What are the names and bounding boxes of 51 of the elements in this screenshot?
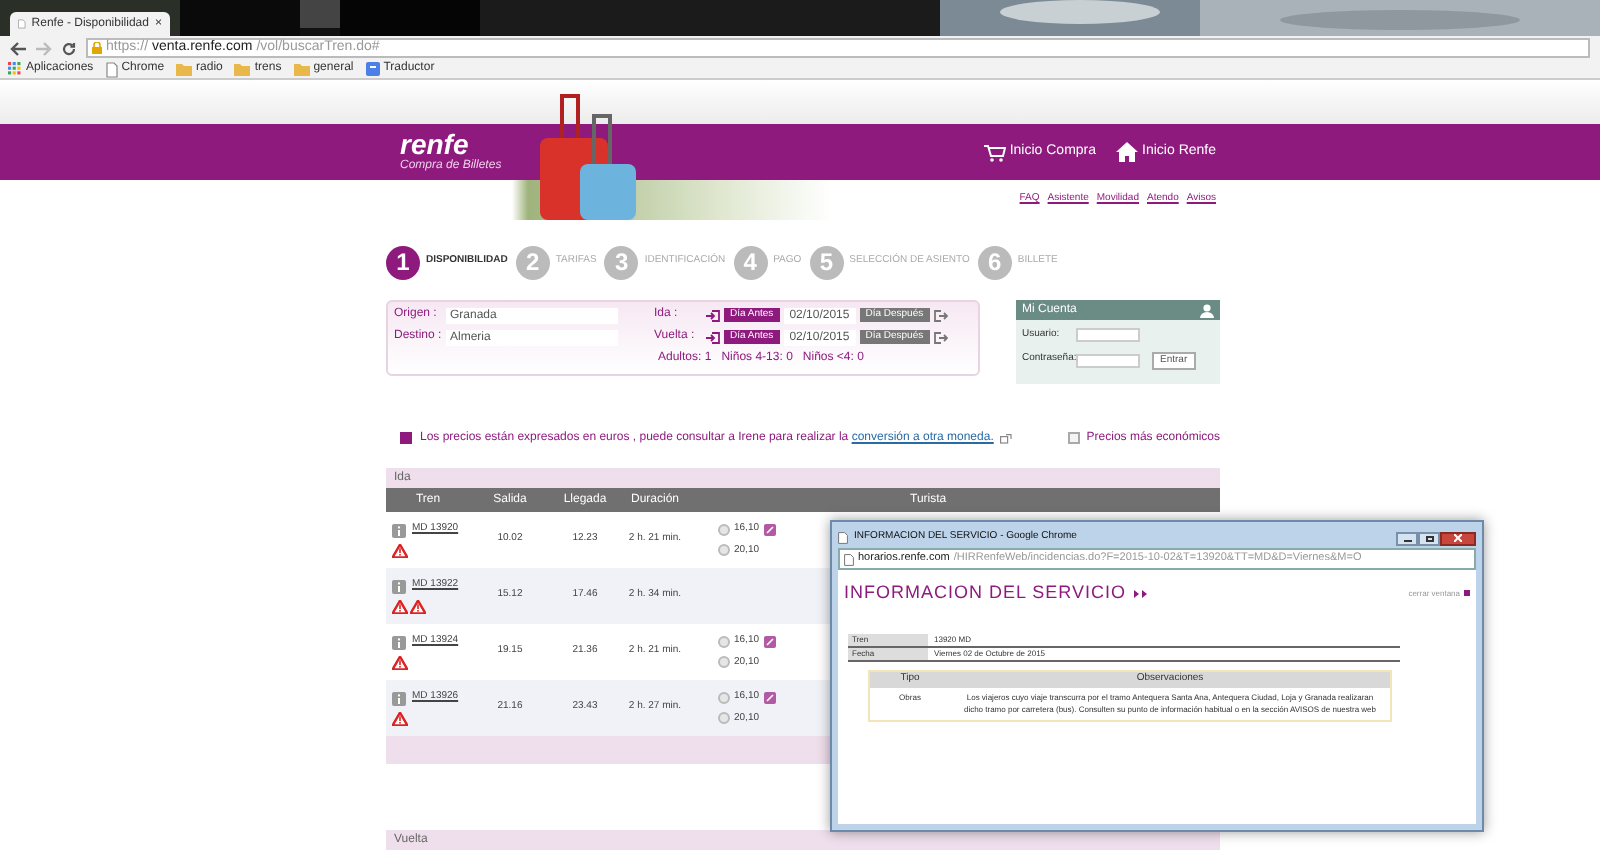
- exit-icon: [933, 309, 948, 321]
- fare-radio[interactable]: [718, 656, 730, 669]
- fare-radio[interactable]: [718, 523, 730, 536]
- enter-icon: [706, 331, 720, 343]
- warning-icon: [392, 711, 408, 726]
- step-number: 3: [604, 245, 639, 279]
- enter-icon: [706, 309, 720, 321]
- promo-icon: [763, 691, 776, 704]
- step-number: 1: [386, 245, 420, 279]
- popup-heading: INFORMACION DEL SERVICIO: [844, 580, 1127, 606]
- suitcases-drawing: [536, 94, 640, 220]
- user-icon: [1200, 303, 1214, 317]
- close-icon: [1454, 534, 1462, 542]
- home-icon: [1116, 142, 1139, 162]
- fare-radio[interactable]: [718, 712, 730, 725]
- info-icon[interactable]: [392, 635, 406, 649]
- info-icon[interactable]: [392, 579, 406, 593]
- reload-icon[interactable]: [62, 41, 76, 55]
- page-icon: [18, 18, 26, 30]
- fare-radio[interactable]: [718, 635, 730, 648]
- close-icon[interactable]: [1464, 590, 1470, 597]
- user-field[interactable]: [1076, 328, 1140, 343]
- lock-icon: [92, 42, 102, 54]
- notice-square-icon: [400, 432, 412, 444]
- double-arrow-icon: [1134, 589, 1149, 598]
- maximize-button[interactable]: [1418, 531, 1440, 545]
- step-number: 4: [733, 245, 768, 279]
- close-button[interactable]: [1440, 531, 1476, 545]
- page-icon: [105, 61, 118, 77]
- forward-icon[interactable]: [36, 41, 52, 55]
- step-number: 5: [809, 245, 844, 279]
- warning-icon: [392, 543, 408, 558]
- minimize-button[interactable]: [1396, 531, 1418, 545]
- info-icon[interactable]: [392, 523, 406, 537]
- translate-icon: [365, 62, 380, 76]
- exit-icon: [933, 331, 948, 343]
- step-number: 6: [977, 245, 1012, 279]
- cart-icon: [983, 143, 1006, 161]
- promo-icon: [763, 523, 776, 536]
- fare-radio[interactable]: [718, 544, 730, 557]
- warning-icon: [392, 655, 408, 670]
- password-field[interactable]: [1076, 353, 1140, 367]
- apps-icon: [8, 62, 22, 76]
- info-icon[interactable]: [392, 691, 406, 705]
- external-link-icon: [999, 433, 1012, 443]
- renfe-logo[interactable]: renfe: [400, 130, 520, 158]
- promo-icon: [763, 635, 776, 648]
- fare-radio[interactable]: [718, 691, 730, 704]
- back-icon[interactable]: [10, 41, 26, 55]
- cheapest-checkbox[interactable]: [1068, 432, 1081, 444]
- step-number: 2: [515, 245, 550, 279]
